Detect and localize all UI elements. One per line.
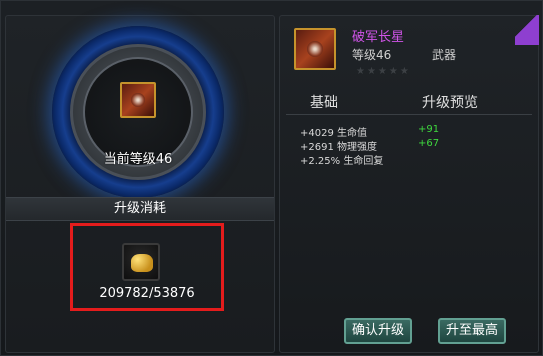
stat-hp: +4029 生命值 [300,128,368,139]
stat-physical: +2691 物理强度 [300,142,378,153]
cost-value: 209782/53876 [99,286,195,301]
item-name: 破军长星 [352,30,405,45]
weapon-icon-large [120,82,156,118]
weapon-icon[interactable] [294,28,336,70]
item-type: 武器 [432,48,457,62]
level-ring: 当前等级46 [52,26,224,198]
confirm-upgrade-button[interactable]: 确认升级 [344,318,412,344]
upgrade-window: 当前等级46 升级消耗 209782/53876 破军长星 等级46 武器 ★★… [0,0,543,356]
stat-regen: +2.25% 生命回复 [300,156,384,167]
upgrade-max-button[interactable]: 升至最高 [438,318,506,344]
gold-coins-icon [122,243,160,281]
stat-physical-up: +67 [418,138,440,149]
base-column-header: 基础 [310,95,338,111]
left-panel: 当前等级46 升级消耗 209782/53876 [5,15,275,353]
cost-highlight-box: 209782/53876 [70,223,224,311]
star-rating: ★★★★★ [356,66,411,77]
item-level: 等级46 [352,48,392,62]
stat-hp-up: +91 [418,124,440,135]
corner-tag [515,15,539,45]
right-panel: 破军长星 等级46 武器 ★★★★★ 基础 升级预览 +4029 生命值 +91… [279,15,539,353]
divider [286,114,532,115]
preview-column-header: 升级预览 [422,95,478,111]
current-level-label: 当前等级46 [103,152,173,167]
cost-section-title: 升级消耗 [6,197,274,221]
